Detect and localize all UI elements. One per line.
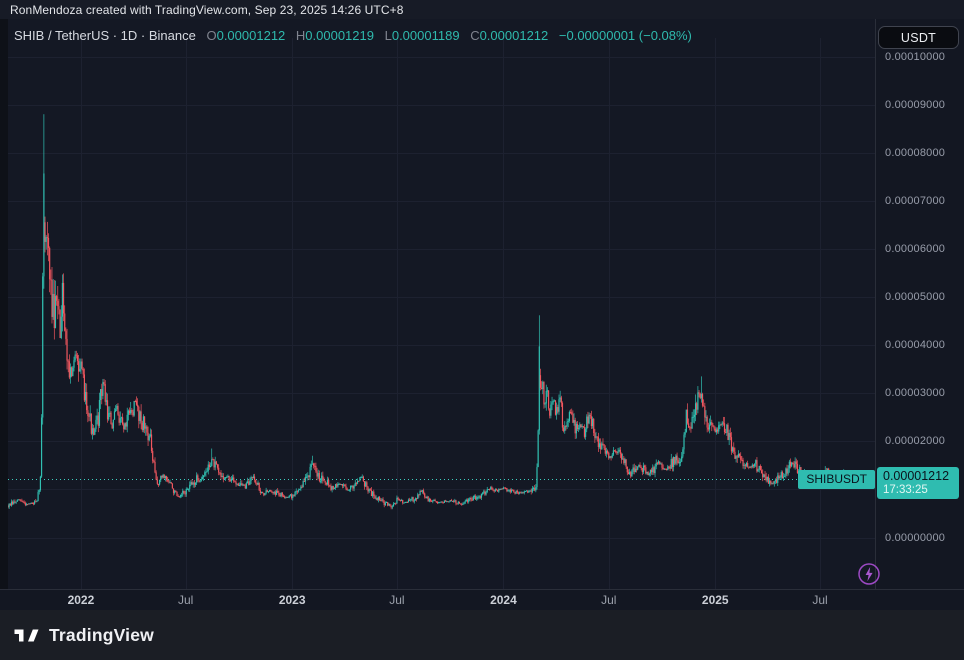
- price-tick-label: 0.00007000: [885, 195, 945, 207]
- price-tick-label: 0.00000000: [885, 532, 945, 544]
- price-tick-label: 0.00010000: [885, 51, 945, 63]
- price-tick-label: 0.00008000: [885, 147, 945, 159]
- close-value: 0.00001212: [480, 28, 549, 43]
- time-tick-label: Jul: [812, 593, 827, 607]
- price-tick-label: 0.00003000: [885, 387, 945, 399]
- current-price-value: 0.00001212: [883, 469, 959, 483]
- time-tick-label: 2024: [490, 593, 517, 607]
- currency-toggle-button[interactable]: USDT: [878, 26, 959, 49]
- time-tick-label: Jul: [601, 593, 616, 607]
- close-label: C: [470, 28, 479, 43]
- boost-lightning-icon[interactable]: [857, 562, 881, 586]
- price-tick-label: 0.00009000: [885, 99, 945, 111]
- change-value: −0.00000001 (−0.08%): [559, 28, 692, 43]
- footer-bar: TradingView: [0, 610, 964, 660]
- time-tick-label: 2022: [68, 593, 95, 607]
- tradingview-window: RonMendoza created with TradingView.com,…: [0, 0, 964, 660]
- time-tick-label: 2023: [279, 593, 306, 607]
- price-line-symbol-tag: SHIBUSDT: [798, 470, 875, 489]
- price-tick-label: 0.00005000: [885, 291, 945, 303]
- attribution-bar: RonMendoza created with TradingView.com,…: [0, 0, 964, 19]
- open-value: 0.00001212: [217, 28, 286, 43]
- symbol-title[interactable]: SHIB / TetherUS · 1D · Binance: [14, 28, 196, 43]
- open-label: O: [206, 28, 216, 43]
- time-scale[interactable]: 2022 Jul 2023 Jul 2024 Jul 2025 Jul: [0, 589, 964, 610]
- tradingview-logo-icon: [13, 625, 40, 646]
- price-tick-label: 0.00002000: [885, 435, 945, 447]
- low-value: 0.00001189: [392, 28, 460, 43]
- time-tick-label: 2025: [702, 593, 729, 607]
- price-scale[interactable]: 0.00010000 0.00009000 0.00008000 0.00007000…: [875, 19, 964, 610]
- price-tick-label: 0.00004000: [885, 339, 945, 351]
- bar-countdown: 17:33:25: [883, 483, 959, 497]
- chart-legend[interactable]: SHIB / TetherUS · 1D · Binance O0.000012…: [14, 28, 692, 43]
- left-margin: [0, 19, 8, 610]
- high-value: 0.00001219: [305, 28, 374, 43]
- high-label: H: [296, 28, 305, 43]
- tradingview-logo[interactable]: TradingView: [13, 625, 154, 646]
- time-tick-label: Jul: [389, 593, 404, 607]
- price-tick-label: 0.00006000: [885, 243, 945, 255]
- attribution-text: RonMendoza created with TradingView.com,…: [10, 3, 404, 17]
- tradingview-logo-text: TradingView: [49, 625, 154, 646]
- candlestick-chart[interactable]: [8, 19, 875, 590]
- current-price-badge[interactable]: 0.00001212 17:33:25: [877, 467, 959, 499]
- time-tick-label: Jul: [178, 593, 193, 607]
- low-label: L: [385, 28, 392, 43]
